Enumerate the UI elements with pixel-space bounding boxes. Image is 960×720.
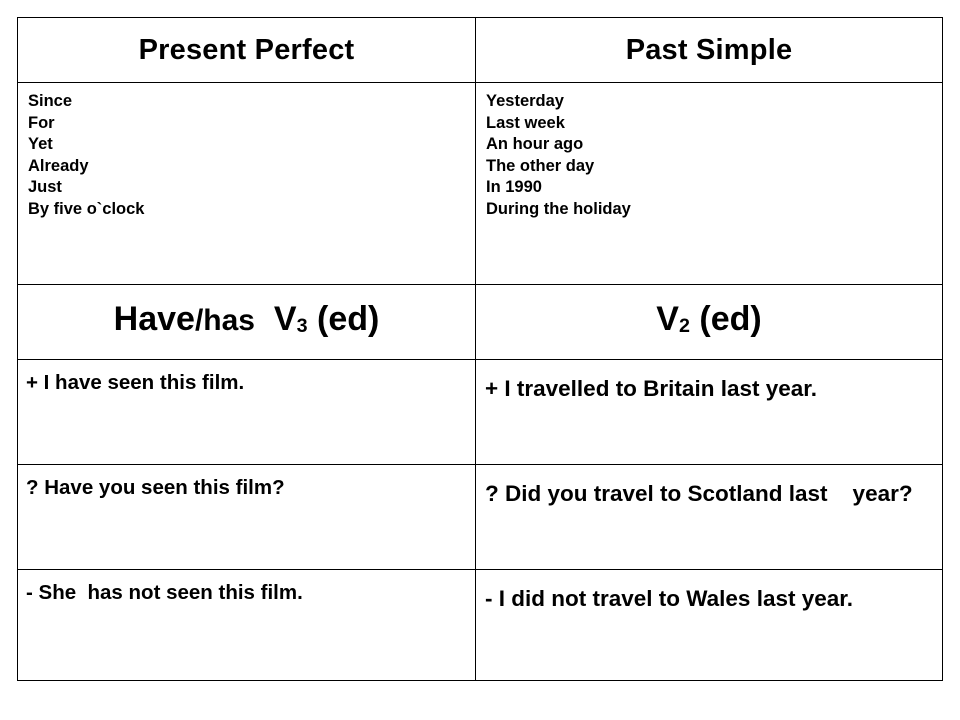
formula-verb-form: 3 xyxy=(296,315,308,338)
tense-comparison-table: Present Perfect Past Simple Since For Ye… xyxy=(17,17,943,681)
example-row-interrogative: ? Have you seen this film? ? Did you tra… xyxy=(17,464,943,570)
formula-row: Have/has V3 (ed) V2 (ed) xyxy=(17,284,943,360)
example-cell-present-perfect-affirmative: + I have seen this film. xyxy=(17,359,476,465)
formula-present-perfect: Have/has V3 (ed) xyxy=(18,285,475,359)
list-item: Since xyxy=(28,92,73,110)
table-header-row: Present Perfect Past Simple xyxy=(17,17,943,83)
list-item: An hour ago xyxy=(486,135,584,153)
time-markers-row: Since For Yet Already Just By five o`clo… xyxy=(17,82,943,285)
formula-verb-letter: V xyxy=(273,300,297,338)
example-sentence: - I did not travel to Wales last year. xyxy=(485,586,854,611)
column-title-present-perfect: Present Perfect xyxy=(138,34,355,66)
column-title-past-simple: Past Simple xyxy=(625,34,793,66)
example-sentence: ? Have you seen this film? xyxy=(26,476,285,499)
formula-verb-form: 2 xyxy=(678,315,690,338)
formula-auxiliary-main: Have xyxy=(113,300,195,338)
header-cell-present-perfect: Present Perfect xyxy=(17,17,476,83)
list-item: For xyxy=(28,113,55,132)
marker-list-past-simple: Yesterday Last week An hour ago The othe… xyxy=(476,83,942,220)
example-cell-past-simple-negative: - I did not travel to Wales last year. xyxy=(475,569,943,681)
list-item: Yesterday xyxy=(486,92,564,110)
list-item: During the holiday xyxy=(486,199,631,218)
formula-auxiliary-secondary: /has xyxy=(194,304,255,337)
header-cell-past-simple: Past Simple xyxy=(475,17,943,83)
example-cell-past-simple-interrogative: ? Did you travel to Scotland last year? xyxy=(475,464,943,570)
example-cell-present-perfect-interrogative: ? Have you seen this film? xyxy=(17,464,476,570)
list-item: The other day xyxy=(486,156,595,175)
markers-cell-past-simple: Yesterday Last week An hour ago The othe… xyxy=(475,82,943,285)
formula-cell-present-perfect: Have/has V3 (ed) xyxy=(17,284,476,360)
list-item: Already xyxy=(28,156,89,175)
list-item: Just xyxy=(28,178,62,196)
marker-list-present-perfect: Since For Yet Already Just By five o`clo… xyxy=(18,83,475,220)
example-sentence: + I have seen this film. xyxy=(26,371,245,394)
list-item: By five o`clock xyxy=(28,199,145,218)
example-row-negative: - She has not seen this film. - I did no… xyxy=(17,569,943,681)
formula-ending: (ed) xyxy=(689,300,762,338)
example-sentence: - She has not seen this film. xyxy=(26,581,303,604)
markers-cell-present-perfect: Since For Yet Already Just By five o`clo… xyxy=(17,82,476,285)
formula-cell-past-simple: V2 (ed) xyxy=(475,284,943,360)
formula-past-simple: V2 (ed) xyxy=(476,285,942,359)
formula-ending: (ed) xyxy=(307,300,380,338)
list-item: In 1990 xyxy=(486,178,542,196)
example-cell-past-simple-affirmative: + I travelled to Britain last year. xyxy=(475,359,943,465)
example-sentence: + I travelled to Britain last year. xyxy=(485,376,818,401)
example-cell-present-perfect-negative: - She has not seen this film. xyxy=(17,569,476,681)
example-sentence: ? Did you travel to Scotland last year? xyxy=(485,481,913,506)
formula-spacer xyxy=(255,300,274,338)
example-row-affirmative: + I have seen this film. + I travelled t… xyxy=(17,359,943,465)
formula-verb-letter: V xyxy=(656,300,679,338)
list-item: Last week xyxy=(486,113,565,132)
list-item: Yet xyxy=(28,135,53,153)
